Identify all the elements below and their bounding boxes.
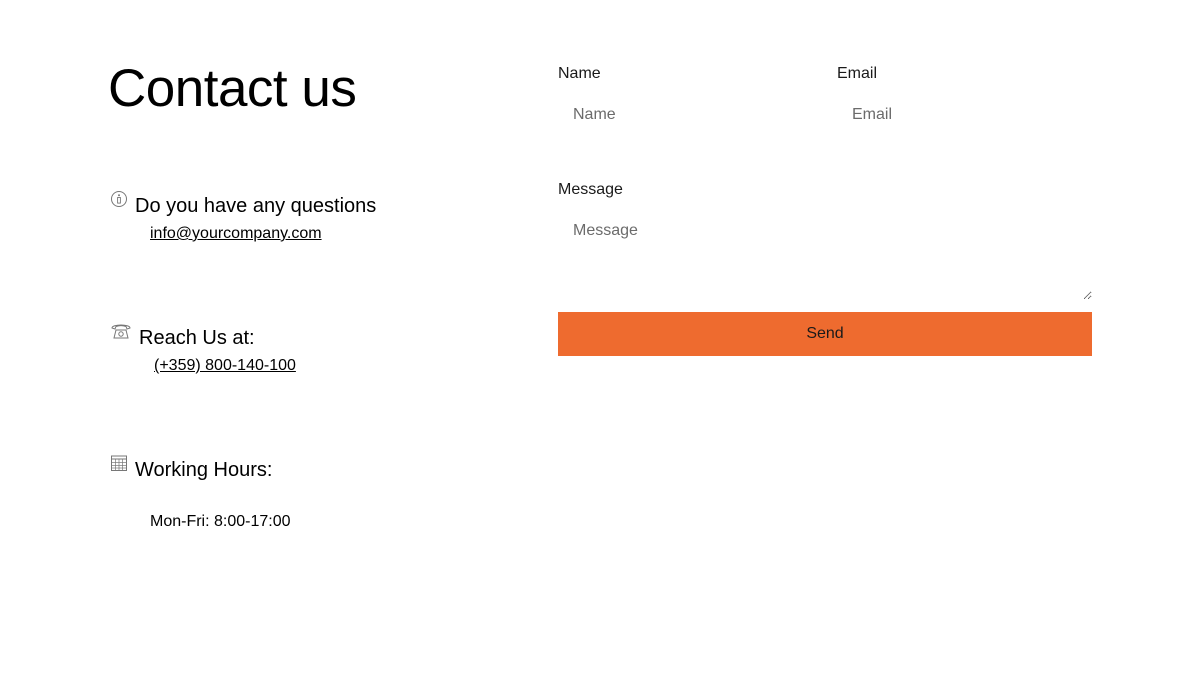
email-link[interactable]: info@yourcompany.com	[150, 225, 322, 242]
message-field-group: Message	[558, 180, 1092, 300]
phone-link[interactable]: (+359) 800-140-100	[154, 357, 296, 374]
questions-block: Do you have any questions info@yourcompa…	[110, 190, 376, 244]
contact-page: Contact us Do you have any questions inf…	[0, 0, 1200, 678]
questions-label: Do you have any questions	[135, 195, 377, 217]
telephone-icon	[110, 322, 132, 340]
hours-header: Working Hours:	[110, 454, 291, 482]
reach-header: Reach Us at:	[110, 322, 296, 350]
email-line: info@yourcompany.com	[150, 224, 376, 244]
message-label: Message	[558, 181, 623, 198]
hours-label: Working Hours:	[135, 459, 273, 481]
email-label: Email	[837, 65, 878, 82]
phone-line: (+359) 800-140-100	[154, 356, 296, 376]
hours-block: Working Hours: Mon-Fri: 8:00-17:00	[110, 454, 291, 532]
page-title: Contact us	[108, 59, 357, 118]
questions-header: Do you have any questions	[110, 190, 376, 218]
contact-form: Name Email Message Send	[558, 64, 1092, 356]
send-button[interactable]: Send	[558, 312, 1092, 356]
email-field-group: Email	[837, 64, 1092, 134]
calendar-icon	[110, 454, 128, 472]
name-email-row: Name Email	[558, 64, 1092, 134]
hours-value: Mon-Fri: 8:00-17:00	[150, 513, 291, 530]
reach-block: Reach Us at: (+359) 800-140-100	[110, 322, 296, 376]
name-input[interactable]	[558, 96, 813, 134]
email-input[interactable]	[837, 96, 1092, 134]
name-field-group: Name	[558, 64, 813, 134]
message-textarea[interactable]	[558, 212, 1092, 300]
name-label: Name	[558, 65, 601, 82]
info-icon	[110, 190, 128, 208]
reach-label: Reach Us at:	[139, 327, 255, 349]
